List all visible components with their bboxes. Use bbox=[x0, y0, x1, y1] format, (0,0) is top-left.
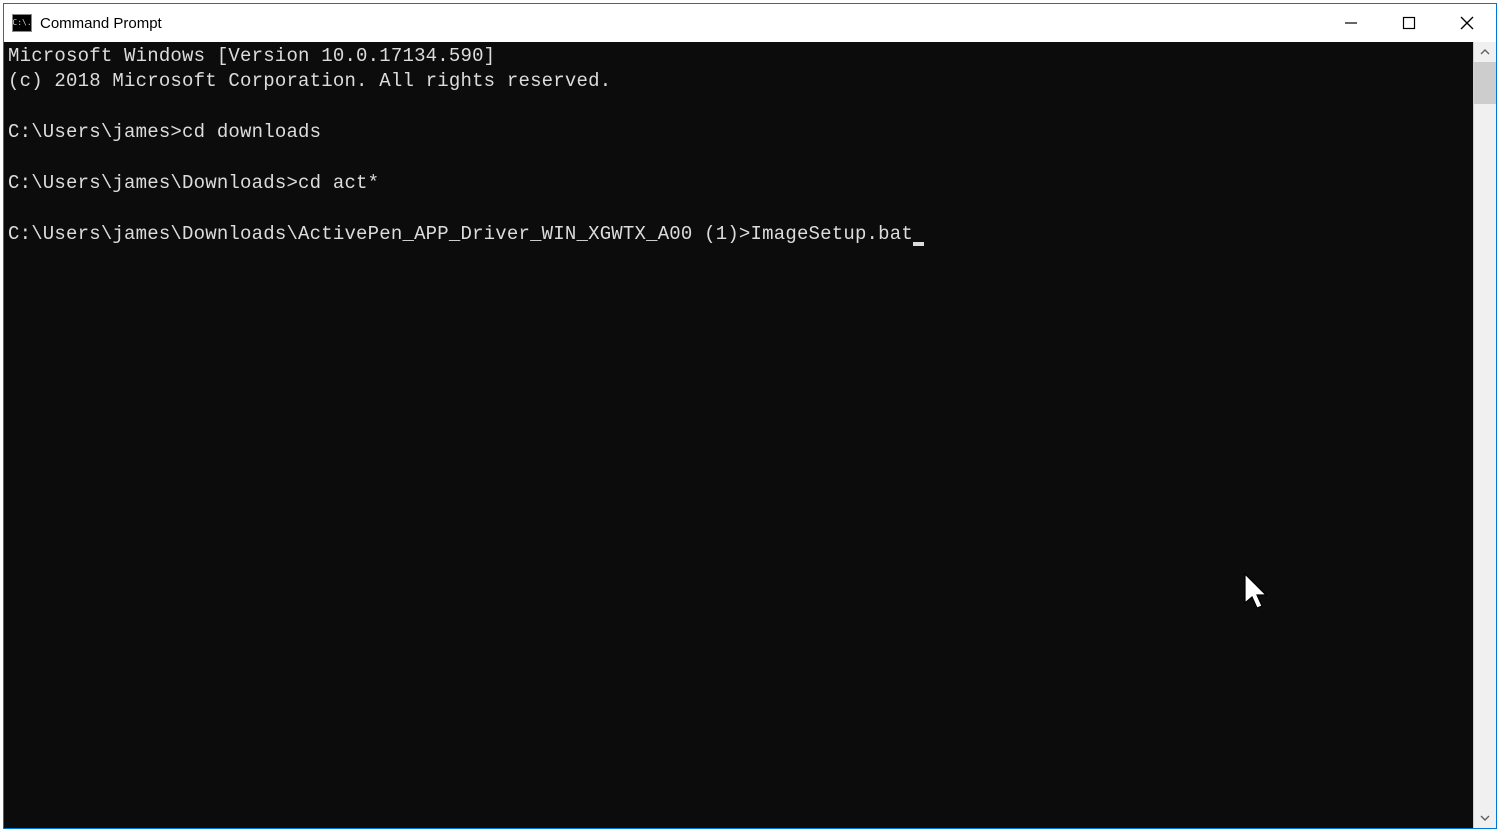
minimize-button[interactable] bbox=[1322, 4, 1380, 42]
terminal-line: Microsoft Windows [Version 10.0.17134.59… bbox=[8, 45, 495, 67]
vertical-scrollbar[interactable] bbox=[1473, 42, 1496, 828]
window-controls bbox=[1322, 4, 1496, 42]
content-area: Microsoft Windows [Version 10.0.17134.59… bbox=[4, 42, 1496, 828]
terminal-output[interactable]: Microsoft Windows [Version 10.0.17134.59… bbox=[4, 42, 1473, 828]
chevron-down-icon bbox=[1480, 813, 1490, 823]
terminal-line: C:\Users\james\Downloads>cd act* bbox=[8, 172, 379, 194]
titlebar-left: C:\. Command Prompt bbox=[4, 14, 1322, 32]
cmd-icon-glyph: C:\. bbox=[12, 19, 31, 27]
maximize-icon bbox=[1402, 16, 1416, 30]
close-button[interactable] bbox=[1438, 4, 1496, 42]
cmd-app-icon: C:\. bbox=[12, 14, 32, 32]
minimize-icon bbox=[1344, 16, 1358, 30]
maximize-button[interactable] bbox=[1380, 4, 1438, 42]
terminal-prompt: C:\Users\james\Downloads\ActivePen_APP_D… bbox=[8, 223, 751, 245]
terminal-line: C:\Users\james>cd downloads bbox=[8, 121, 321, 143]
terminal-input: ImageSetup.bat bbox=[751, 223, 913, 245]
terminal-line: (c) 2018 Microsoft Corporation. All righ… bbox=[8, 70, 611, 92]
scroll-thumb[interactable] bbox=[1474, 62, 1496, 104]
titlebar[interactable]: C:\. Command Prompt bbox=[4, 4, 1496, 42]
close-icon bbox=[1460, 16, 1474, 30]
window-title: Command Prompt bbox=[40, 15, 162, 32]
text-cursor bbox=[913, 242, 924, 246]
chevron-up-icon bbox=[1480, 47, 1490, 57]
command-prompt-window: C:\. Command Prompt Mi bbox=[3, 3, 1497, 829]
scroll-down-button[interactable] bbox=[1474, 808, 1496, 828]
scroll-track[interactable] bbox=[1474, 62, 1496, 808]
scroll-up-button[interactable] bbox=[1474, 42, 1496, 62]
